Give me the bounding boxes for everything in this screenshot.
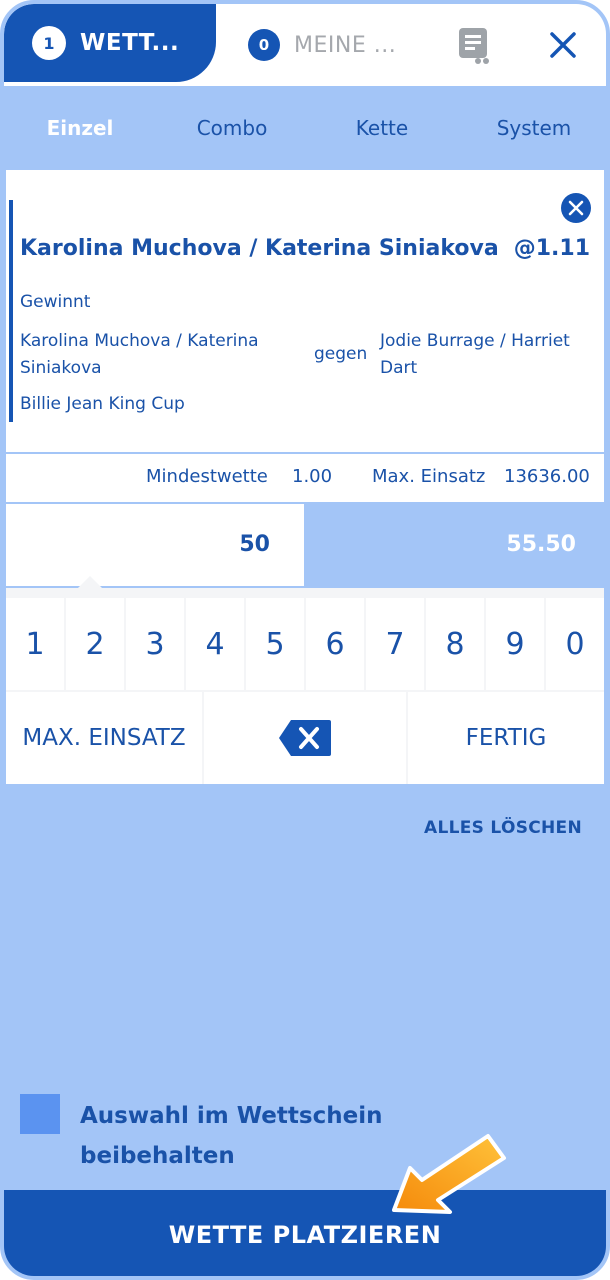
stake-row: 50 55.50 [6,504,604,586]
tab-combo[interactable]: Combo [172,116,292,140]
selection-accent-bar [9,200,13,422]
betslip-screen: 1 WETT... 0 MEINE ... Einzel Combo Kette… [0,0,610,1280]
keypad-pointer [78,576,102,588]
away-team: Jodie Burrage / Harriet Dart [380,331,570,378]
keep-selection-checkbox[interactable] [20,1094,60,1134]
betslip-count-badge: 1 [32,26,66,60]
backspace-button[interactable] [204,692,406,784]
done-button[interactable]: FERTIG [408,692,604,784]
event-name: Billie Jean King Cup [20,394,185,414]
backspace-icon [279,720,331,756]
key-1[interactable]: 1 [6,598,64,690]
key-6[interactable]: 6 [306,598,364,690]
remove-selection-icon[interactable] [560,192,592,224]
selection-market: Gewinnt [20,292,91,312]
max-stake-label: Max. Einsatz [372,466,486,487]
stake-limits: Mindestwette 1.00 Max. Einsatz 13636.00 [6,454,604,502]
key-3[interactable]: 3 [126,598,184,690]
betslip-header: 1 WETT... 0 MEINE ... [4,4,606,86]
close-icon[interactable] [548,30,578,60]
bet-type-tabs: Einzel Combo Kette System [4,86,606,168]
home-team: Karolina Muchova / Katerina Siniakova [20,331,259,378]
my-bets-count-badge: 0 [248,29,280,61]
receipt-icon[interactable] [456,26,492,66]
selection-odds: @1.11 [513,236,590,261]
keypad-digits: 1 2 3 4 5 6 7 8 9 0 [6,598,604,690]
min-stake-label: Mindestwette [146,466,268,487]
tab-system[interactable]: System [474,116,594,140]
keypad-actions: MAX. EINSATZ FERTIG [6,692,604,784]
tab-kette[interactable]: Kette [322,116,442,140]
max-stake-button[interactable]: MAX. EINSATZ [6,692,202,784]
key-2[interactable]: 2 [66,598,124,690]
tab-betslip-label: WETT... [80,30,180,56]
numeric-keypad: 1 2 3 4 5 6 7 8 9 0 MAX. EINSATZ FERTIG [6,576,604,784]
tab-betslip[interactable]: 1 WETT... [4,4,216,82]
versus-label: gegen [314,344,368,364]
pointer-arrow-icon [392,1134,506,1214]
tab-my-bets-label: MEINE ... [294,32,397,58]
max-stake-value: 13636.00 [504,466,590,487]
potential-payout: 55.50 [304,504,604,586]
min-stake-value: 1.00 [292,466,333,487]
clear-all-button[interactable]: ALLES LÖSCHEN [424,818,582,838]
key-5[interactable]: 5 [246,598,304,690]
tab-einzel[interactable]: Einzel [20,116,140,140]
key-9[interactable]: 9 [486,598,544,690]
key-4[interactable]: 4 [186,598,244,690]
key-7[interactable]: 7 [366,598,424,690]
selection-card: Karolina Muchova / Katerina Siniakova @1… [6,170,604,452]
tab-my-bets[interactable]: 0 MEINE ... [248,28,396,62]
key-0[interactable]: 0 [546,598,604,690]
key-8[interactable]: 8 [426,598,484,690]
selection-title: Karolina Muchova / Katerina Siniakova [20,236,499,261]
stake-input[interactable]: 50 [6,504,304,586]
